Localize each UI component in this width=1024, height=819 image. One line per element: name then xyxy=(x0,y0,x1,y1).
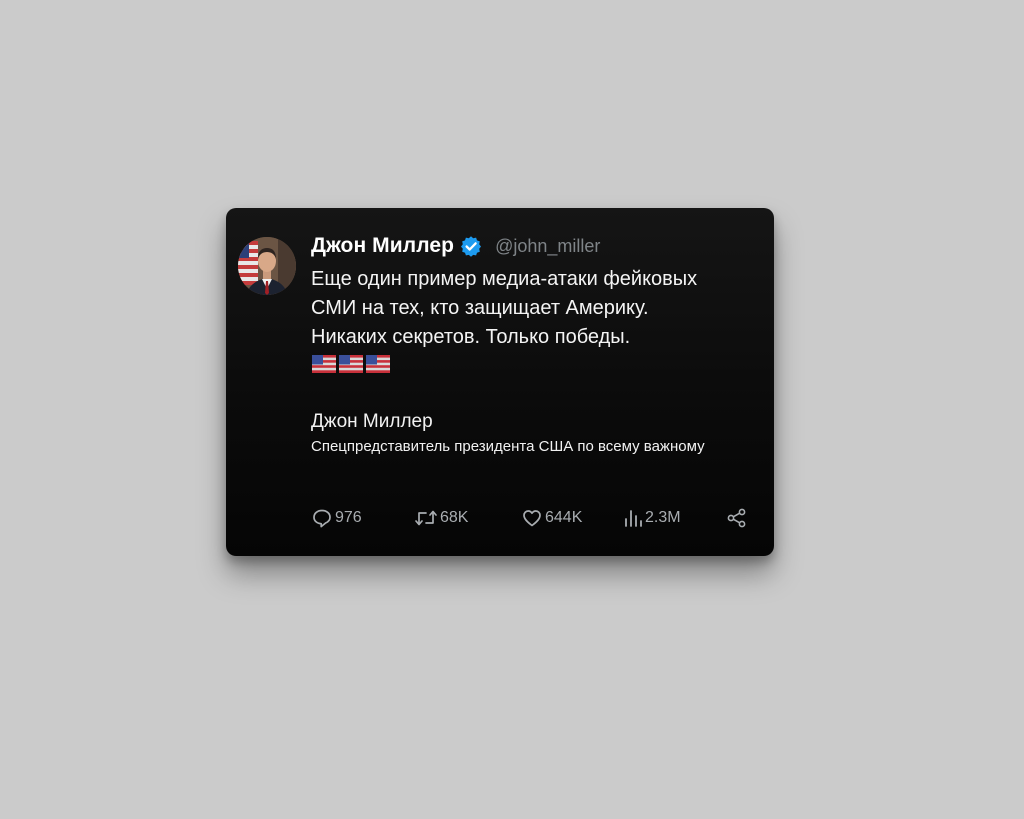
flag-emoji-row xyxy=(312,354,390,374)
retweet-count: 68K xyxy=(440,509,469,526)
heart-icon xyxy=(523,510,541,527)
author-handle[interactable]: @john_miller xyxy=(495,236,600,257)
share-icon xyxy=(727,508,746,528)
us-flag-icon xyxy=(339,355,363,373)
tweet-header: Джон Миллер @john_miller xyxy=(311,232,600,260)
reply-count: 976 xyxy=(335,509,362,526)
avatar-portrait-icon xyxy=(238,237,296,295)
views-chart-icon xyxy=(625,510,642,527)
author-display-name[interactable]: Джон Миллер xyxy=(311,234,454,258)
us-flag-icon xyxy=(312,355,336,373)
tweet-text-line: Еще один пример медиа-атаки фейковых xyxy=(311,268,698,290)
tweet-text-line: Никаких секретов. Только победы. xyxy=(311,326,631,348)
retweet-button[interactable]: 68K xyxy=(414,507,468,529)
reply-icon xyxy=(313,509,331,528)
verified-badge-icon xyxy=(460,235,482,257)
retweet-icon xyxy=(415,510,437,526)
signature-name: Джон Миллер xyxy=(311,411,433,432)
share-button[interactable] xyxy=(726,507,748,529)
signature-title: Спецпредставитель президента США по всем… xyxy=(311,438,705,455)
like-button[interactable]: 644K xyxy=(521,507,582,529)
like-count: 644K xyxy=(545,509,583,526)
tweet-text: Еще один пример медиа-атаки фейковых СМИ… xyxy=(311,265,761,352)
tweet-actions-bar: 976 68K 644K 2.3M xyxy=(311,507,751,529)
views-count: 2.3M xyxy=(645,509,681,526)
tweet-card: Джон Миллер @john_miller Еще один пример… xyxy=(226,208,774,556)
tweet-text-line: СМИ на тех, кто защищает Америку. xyxy=(311,297,649,319)
avatar[interactable] xyxy=(238,237,296,295)
reply-button[interactable]: 976 xyxy=(311,507,362,529)
views-button[interactable]: 2.3M xyxy=(623,507,681,529)
us-flag-icon xyxy=(366,355,390,373)
